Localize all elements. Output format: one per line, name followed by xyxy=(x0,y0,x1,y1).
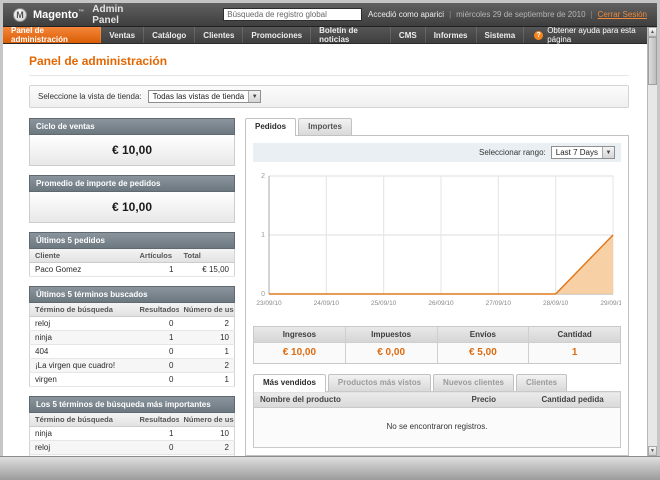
top-search-terms-block: Los 5 términos de búsqueda más important… xyxy=(29,396,235,456)
table-row[interactable]: reloj 0 2 xyxy=(29,316,235,331)
svg-text:29/09/10: 29/09/10 xyxy=(600,300,621,307)
totals-bar: Ingresos € 10,00 Impuestos € 0,00 Envíos… xyxy=(253,326,621,364)
nav-item-clientes[interactable]: Clientes xyxy=(195,27,244,43)
table-row[interactable]: 404 0 1 xyxy=(29,344,235,359)
store-view-label: Seleccione la vista de tienda: xyxy=(38,92,142,101)
last-search-terms-block: Últimos 5 términos buscados Término de b… xyxy=(29,286,235,387)
stat-cantidad: Cantidad 1 xyxy=(529,327,620,363)
chart-panel: Seleccionar rango: Last 7 Days ▼ 0 1 2 23/0… xyxy=(245,135,629,456)
svg-text:27/09/10: 27/09/10 xyxy=(486,300,512,307)
nav-item-sistema[interactable]: Sistema xyxy=(477,27,525,43)
orders-area-chart: 0 1 2 23/09/10 24/09/10 25/09/10 26/09/10 27/09… xyxy=(256,173,621,307)
stat-impuestos: Impuestos € 0,00 xyxy=(345,327,438,363)
nav-item-promociones[interactable]: Promociones xyxy=(243,27,312,43)
empty-message: No se encontraron registros. xyxy=(253,407,621,448)
average-orders-value: € 10,00 xyxy=(29,192,235,223)
chevron-down-icon: ▼ xyxy=(602,147,614,158)
scrollbar[interactable]: ▲ ▼ xyxy=(647,27,657,456)
range-select[interactable]: Last 7 Days ▼ xyxy=(550,146,615,159)
chart-tabs: Pedidos Importes xyxy=(245,118,629,136)
logout-link[interactable]: Cerrar Sesión xyxy=(598,10,647,19)
range-label: Seleccionar rango: xyxy=(479,148,546,157)
dashboard-columns: Ciclo de ventas € 10,00 Promedio de impo… xyxy=(29,118,629,456)
main-nav: Panel de administración Ventas Catálogo … xyxy=(3,26,657,44)
last-orders-table: Cliente Artículos Total Paco Gomez 1 € 1… xyxy=(29,249,235,277)
tab-mas-vendidos[interactable]: Más vendidos xyxy=(253,374,326,392)
scrollbar-thumb[interactable] xyxy=(648,37,657,85)
svg-text:28/09/10: 28/09/10 xyxy=(543,300,569,307)
help-link[interactable]: ? Obtener ayuda para esta página xyxy=(524,26,657,44)
lifetime-sales-value: € 10,00 xyxy=(29,135,235,166)
nav-item-informes[interactable]: Informes xyxy=(426,27,477,43)
tab-pedidos[interactable]: Pedidos xyxy=(245,118,297,136)
status-bar xyxy=(0,456,660,480)
last-search-terms-table: Término de búsqueda Resultados Número de… xyxy=(29,303,235,387)
header-user-area: Accedió como aparici | miércoles 29 de s… xyxy=(368,10,647,19)
last-orders-block: Últimos 5 pedidos Cliente Artículos Tota… xyxy=(29,232,235,277)
table-row[interactable]: ninja 1 10 xyxy=(29,426,235,441)
tab-clientes[interactable]: Clientes xyxy=(515,374,568,391)
brand-suffix: Admin Panel xyxy=(92,3,124,26)
svg-text:24/09/10: 24/09/10 xyxy=(314,300,340,307)
chart-area: 0 1 2 23/09/10 24/09/10 25/09/10 26/09/10 27/09… xyxy=(253,168,621,318)
table-row[interactable]: ninja 1 10 xyxy=(29,330,235,345)
range-bar: Seleccionar rango: Last 7 Days ▼ xyxy=(253,143,621,162)
svg-text:23/09/10: 23/09/10 xyxy=(256,300,282,307)
chevron-down-icon: ▼ xyxy=(248,91,261,102)
stat-envios: Envíos € 5,00 xyxy=(437,327,530,363)
left-column: Ciclo de ventas € 10,00 Promedio de impo… xyxy=(29,118,235,456)
store-view-select[interactable]: Todas las vistas de tienda ▼ xyxy=(147,90,262,103)
nav-item-cms[interactable]: CMS xyxy=(391,27,426,43)
svg-text:1: 1 xyxy=(261,232,265,239)
current-date: miércoles 29 de septiembre de 2010 xyxy=(456,10,586,19)
help-icon: ? xyxy=(534,30,544,40)
svg-text:26/09/10: 26/09/10 xyxy=(428,300,454,307)
global-search-input[interactable] xyxy=(223,8,363,21)
right-column: Pedidos Importes Seleccionar rango: Last… xyxy=(245,118,629,456)
table-row[interactable]: reloj 0 2 xyxy=(29,440,235,455)
logged-in-as: Accedió como aparici xyxy=(368,10,445,19)
scroll-down-icon[interactable]: ▼ xyxy=(648,446,657,456)
page-content: Panel de administración Seleccione la vi… xyxy=(3,44,657,456)
page-title: Panel de administración xyxy=(29,54,168,68)
stat-ingresos: Ingresos € 10,00 xyxy=(254,327,346,363)
nav-item-dashboard[interactable]: Panel de administración xyxy=(3,26,102,44)
svg-text:2: 2 xyxy=(261,173,265,180)
magento-admin-app: M Magento™ Admin Panel Accedió como apar… xyxy=(3,3,657,456)
svg-text:25/09/10: 25/09/10 xyxy=(371,300,397,307)
nav-item-catalogo[interactable]: Catálogo xyxy=(144,27,196,43)
average-orders-block: Promedio de importe de pedidos € 10,00 xyxy=(29,175,235,223)
products-table: Nombre del producto Precio Cantidad pedi… xyxy=(253,391,621,448)
scroll-up-icon[interactable]: ▲ xyxy=(648,27,657,37)
lifetime-sales-block: Ciclo de ventas € 10,00 xyxy=(29,118,235,166)
title-divider xyxy=(29,75,629,76)
tab-importes[interactable]: Importes xyxy=(298,118,352,135)
magento-logo-icon: M xyxy=(13,7,27,22)
svg-text:0: 0 xyxy=(261,291,265,298)
browser-viewport: M Magento™ Admin Panel Accedió como apar… xyxy=(0,0,660,480)
tab-nuevos-clientes[interactable]: Nuevos clientes xyxy=(433,374,514,391)
table-row[interactable]: virgen 0 1 xyxy=(29,372,235,387)
table-row[interactable]: ¡La virgen que cuadro! 0 2 xyxy=(29,358,235,373)
top-header: M Magento™ Admin Panel Accedió como apar… xyxy=(3,3,657,27)
top-search-terms-table: Término de búsqueda Resultados Número de… xyxy=(29,413,235,456)
tab-productos-mas-vistos[interactable]: Productos más vistos xyxy=(327,374,432,391)
store-view-bar: Seleccione la vista de tienda: Todas las… xyxy=(29,85,629,108)
nav-item-ventas[interactable]: Ventas xyxy=(101,27,145,43)
table-row[interactable]: Paco Gomez 1 € 15,00 xyxy=(29,262,235,277)
products-tabs: Más vendidos Productos más vistos Nuevos… xyxy=(253,374,621,392)
brand-name: Magento™ xyxy=(33,8,85,21)
nav-item-boletin-noticias[interactable]: Boletín de noticias xyxy=(311,26,391,44)
empty-row: No se encontraron registros. xyxy=(253,407,621,448)
